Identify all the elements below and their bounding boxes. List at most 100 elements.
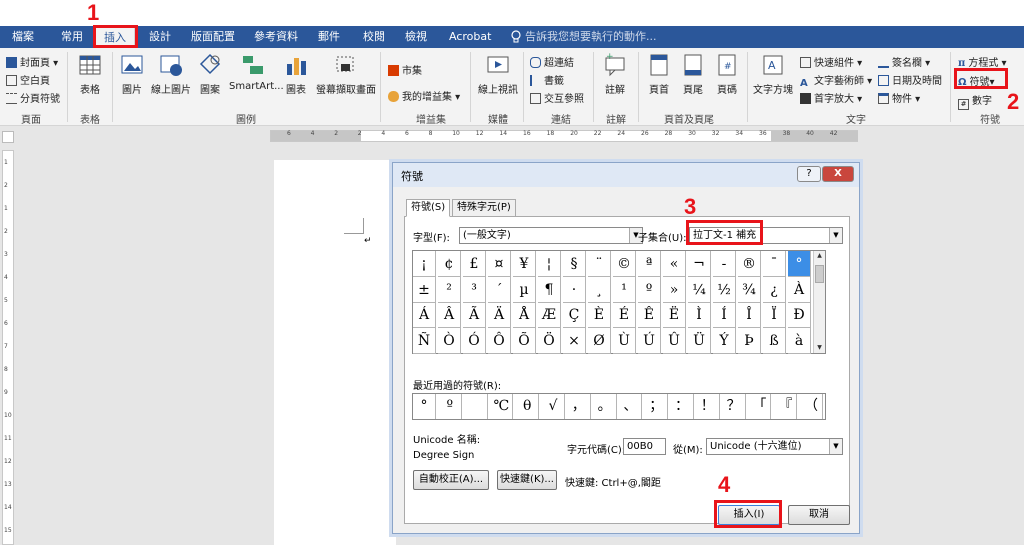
symbol-cell[interactable]: Æ: [538, 302, 561, 328]
symbol-cell[interactable]: ¿: [763, 276, 786, 303]
quick-parts-button[interactable]: 快速組件 ▾: [800, 54, 862, 69]
tab-mailings[interactable]: 郵件: [318, 26, 340, 48]
symbol-cell[interactable]: Ñ: [413, 327, 436, 354]
symbol-cell[interactable]: ·: [563, 276, 586, 303]
equation-button[interactable]: π 方程式 ▾: [958, 54, 1007, 69]
vertical-ruler[interactable]: 1212345678910111213141516: [2, 150, 14, 545]
symbol-cell[interactable]: ×: [563, 327, 586, 354]
symbol-cell[interactable]: È: [588, 302, 611, 328]
symbol-cell[interactable]: Û: [663, 327, 686, 354]
object-button[interactable]: 物件 ▾: [878, 90, 920, 105]
symbol-cell[interactable]: Õ: [513, 327, 536, 354]
textbox-button[interactable]: A 文字方塊: [751, 52, 795, 96]
hyperlink-button[interactable]: 超連結: [530, 54, 574, 69]
recent-symbol-cell[interactable]: 、: [619, 394, 643, 419]
symbol-cell[interactable]: ß: [763, 327, 786, 354]
symbol-cell[interactable]: §: [563, 251, 586, 277]
from-select[interactable]: Unicode (十六進位) ▼: [706, 438, 843, 455]
table-button[interactable]: 表格: [76, 52, 104, 96]
symbol-cell[interactable]: Ý: [713, 327, 736, 354]
symbol-cell[interactable]: Ê: [638, 302, 661, 328]
symbol-cell[interactable]: ¸: [588, 276, 611, 303]
tab-special-characters[interactable]: 特殊字元(P): [452, 199, 516, 217]
symbol-cell[interactable]: Ò: [438, 327, 461, 354]
comment-button[interactable]: + 註解: [600, 52, 630, 96]
symbol-cell[interactable]: Ì: [688, 302, 711, 328]
symbol-cell[interactable]: ¢: [438, 251, 461, 277]
recent-symbol-cell[interactable]: 「: [748, 394, 772, 419]
wordart-button[interactable]: A 文字藝術師 ▾: [800, 72, 872, 89]
tab-file[interactable]: 檔案: [12, 26, 34, 48]
tab-references[interactable]: 參考資料: [254, 26, 298, 48]
symbol-cell[interactable]: Ç: [563, 302, 586, 328]
shortcut-key-button[interactable]: 快速鍵(K)...: [497, 470, 557, 490]
scroll-thumb[interactable]: [815, 265, 824, 283]
recent-symbol-cell[interactable]: √: [542, 394, 565, 419]
symbol-cell[interactable]: ¤: [488, 251, 511, 277]
tab-acrobat[interactable]: Acrobat: [449, 26, 491, 48]
recent-symbol-cell[interactable]: ！: [697, 394, 720, 419]
symbol-cell[interactable]: Ö: [538, 327, 561, 354]
my-addins-button[interactable]: 我的增益集 ▾: [388, 88, 460, 103]
tab-review[interactable]: 校閱: [363, 26, 385, 48]
page-break-button[interactable]: 分頁符號: [6, 90, 60, 105]
symbol-cell[interactable]: ¬: [688, 251, 711, 277]
char-code-input[interactable]: 00B0: [623, 438, 666, 455]
symbol-cell[interactable]: Ø: [588, 327, 611, 354]
symbol-cell[interactable]: Ù: [613, 327, 636, 354]
shapes-button[interactable]: 圖案: [197, 52, 223, 96]
symbol-cell[interactable]: Ó: [463, 327, 486, 354]
recent-symbol-cell[interactable]: （: [800, 394, 823, 419]
symbol-cell[interactable]: à: [788, 327, 811, 354]
symbol-cell[interactable]: Í: [713, 302, 736, 328]
symbol-cell[interactable]: µ: [513, 276, 536, 303]
symbol-cell[interactable]: º: [638, 276, 661, 303]
document-page[interactable]: ↵: [274, 160, 396, 545]
symbol-cell[interactable]: Ä: [488, 302, 511, 328]
recent-symbol-cell[interactable]: º: [439, 394, 462, 419]
symbol-cell[interactable]: Ð: [788, 302, 811, 328]
drop-cap-button[interactable]: 首字放大 ▾: [800, 90, 862, 105]
tab-view[interactable]: 檢視: [405, 26, 427, 48]
page-number-button[interactable]: # 頁碼: [714, 52, 740, 96]
blank-page-button[interactable]: 空白頁: [6, 72, 50, 87]
recent-symbol-cell[interactable]: ，: [568, 394, 591, 419]
recent-symbol-cell[interactable]: ？: [723, 394, 746, 419]
recent-symbol-cell[interactable]: ℃: [490, 394, 514, 419]
symbol-cell[interactable]: ¡: [413, 251, 436, 277]
store-button[interactable]: 市集: [388, 62, 422, 77]
symbol-cell[interactable]: ¥: [513, 251, 536, 277]
symbol-cell[interactable]: Î: [738, 302, 761, 328]
recent-symbol-cell[interactable]: ；: [645, 394, 669, 419]
symbol-cell[interactable]: ¼: [688, 276, 711, 303]
date-time-button[interactable]: 日期及時間: [878, 72, 942, 87]
symbol-cell[interactable]: -: [713, 251, 736, 277]
recent-symbol-cell[interactable]: °: [413, 394, 436, 419]
number-button[interactable]: # 數字: [958, 92, 992, 110]
symbol-cell[interactable]: ´: [488, 276, 511, 303]
symbol-cell[interactable]: Þ: [738, 327, 761, 354]
symbol-cell[interactable]: ²: [438, 276, 461, 303]
symbol-cell[interactable]: Ë: [663, 302, 686, 328]
symbol-cell[interactable]: »: [663, 276, 686, 303]
recent-symbol-cell[interactable]: θ: [516, 394, 540, 419]
symbol-cell[interactable]: ¹: [613, 276, 636, 303]
chart-button[interactable]: 圖表: [283, 52, 309, 96]
header-button[interactable]: 頁首: [646, 52, 672, 96]
symbol-cell[interactable]: «: [663, 251, 686, 277]
symbol-cell[interactable]: °: [788, 251, 811, 277]
symbol-cell[interactable]: Â: [438, 302, 461, 328]
horizontal-ruler[interactable]: 6 4 2 2 4 6 8 10 12 14 16 18 20 22 24 26 28 30 32 34 36 38 40 4…: [270, 130, 858, 142]
tab-home[interactable]: 常用: [61, 26, 83, 48]
symbol-cell[interactable]: Ô: [488, 327, 511, 354]
symbol-cell[interactable]: ¦: [538, 251, 561, 277]
symbol-cell[interactable]: Å: [513, 302, 536, 328]
scroll-down-icon[interactable]: ▼: [815, 343, 824, 353]
recent-symbol-cell[interactable]: 『: [774, 394, 798, 419]
autocorrect-button[interactable]: 自動校正(A)...: [413, 470, 489, 490]
symbol-cell[interactable]: ¯: [763, 251, 786, 277]
bookmark-button[interactable]: 書籤: [530, 72, 564, 87]
tab-design[interactable]: 設計: [149, 26, 171, 48]
footer-button[interactable]: 頁尾: [680, 52, 706, 96]
symbol-cell[interactable]: ©: [613, 251, 636, 277]
